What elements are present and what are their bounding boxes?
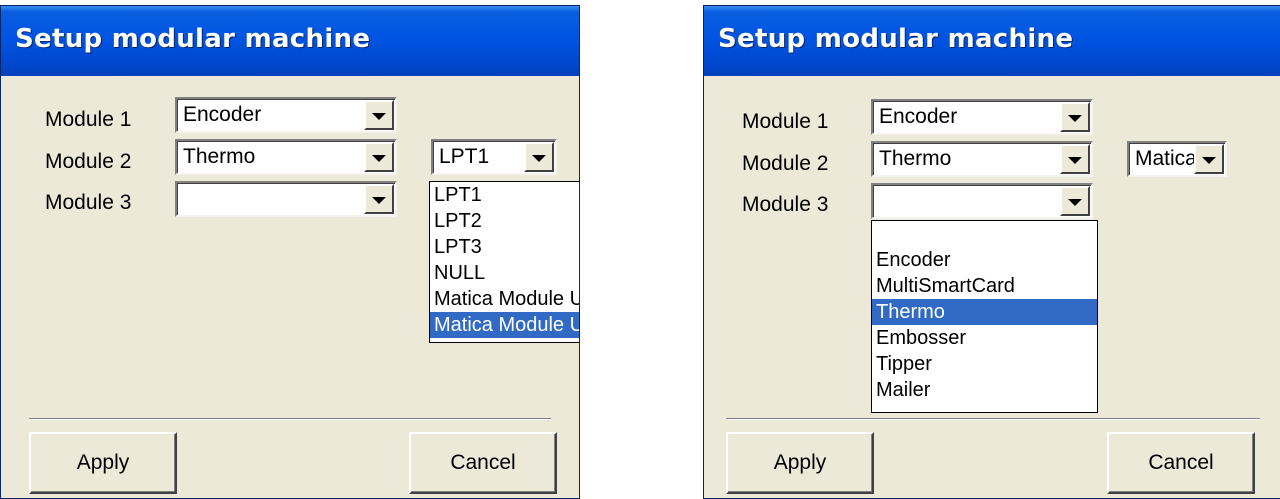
dropdown-option[interactable]: LPT2	[430, 208, 579, 234]
dropdown-option[interactable]: NULL	[430, 260, 579, 286]
dropdown-option-selected[interactable]: Matica Module USB 1	[430, 312, 579, 338]
title-bar[interactable]: Setup modular machine	[704, 6, 1280, 76]
dropdown-arrow-icon[interactable]	[1060, 144, 1090, 174]
divider	[726, 418, 1260, 420]
module-2-combo[interactable]: Thermo	[175, 139, 397, 175]
module-2-value: Thermo	[879, 147, 952, 170]
dropdown-option[interactable]: Matica Module USB 2	[430, 286, 579, 312]
port-value: LPT1	[439, 145, 490, 168]
cancel-button[interactable]: Cancel	[409, 432, 557, 494]
dropdown-arrow-icon[interactable]	[1194, 144, 1224, 174]
module-3-label: Module 3	[45, 191, 132, 214]
dropdown-arrow-icon[interactable]	[1060, 186, 1090, 216]
module-1-combo[interactable]: Encoder	[175, 97, 397, 133]
dropdown-option[interactable]: LPT1	[430, 182, 579, 208]
dropdown-option[interactable]: LPT3	[430, 234, 579, 260]
dropdown-arrow-icon[interactable]	[364, 142, 394, 172]
dropdown-arrow-icon[interactable]	[364, 184, 394, 214]
module-2-combo[interactable]: Thermo	[871, 141, 1093, 177]
dropdown-arrow-icon[interactable]	[364, 100, 394, 130]
dropdown-option-selected[interactable]: Thermo	[872, 299, 1097, 325]
module-1-combo[interactable]: Encoder	[871, 99, 1093, 135]
apply-button[interactable]: Apply	[726, 432, 874, 494]
dialog-title: Setup modular machine	[718, 24, 1074, 54]
port-dropdown-list[interactable]: LPT1 LPT2 LPT3 NULL Matica Module USB 2 …	[429, 181, 579, 343]
dropdown-option[interactable]: MultiSmartCard	[872, 273, 1097, 299]
module-3-label: Module 3	[742, 193, 829, 216]
dropdown-option-empty[interactable]	[872, 221, 1097, 247]
dropdown-arrow-icon[interactable]	[524, 142, 554, 172]
divider	[29, 418, 551, 420]
dropdown-option[interactable]: Encoder	[872, 247, 1097, 273]
dropdown-option[interactable]: Embosser	[872, 325, 1097, 351]
module-2-port-combo[interactable]: Matica M	[1127, 141, 1227, 177]
module-2-label: Module 2	[45, 150, 132, 173]
module-3-combo[interactable]	[175, 181, 397, 217]
cancel-button[interactable]: Cancel	[1107, 432, 1255, 494]
module-2-label: Module 2	[742, 152, 829, 175]
module-3-combo[interactable]	[871, 183, 1093, 219]
dropdown-arrow-icon[interactable]	[1060, 102, 1090, 132]
setup-dialog-right: Setup modular machine Module 1 Module 2 …	[703, 5, 1280, 499]
dropdown-option[interactable]: Tipper	[872, 351, 1097, 377]
port-value: Matica M	[1135, 147, 1197, 170]
dropdown-option[interactable]: Mailer	[872, 377, 1097, 403]
module-2-value: Thermo	[183, 145, 256, 168]
module-2-port-combo[interactable]: LPT1	[431, 139, 557, 175]
apply-button[interactable]: Apply	[29, 432, 177, 494]
module-1-label: Module 1	[45, 108, 132, 131]
dialog-title: Setup modular machine	[15, 24, 371, 54]
module-dropdown-list[interactable]: Encoder MultiSmartCard Thermo Embosser T…	[871, 220, 1098, 413]
module-1-label: Module 1	[742, 110, 829, 133]
title-bar[interactable]: Setup modular machine	[1, 6, 579, 76]
setup-dialog-left: Setup modular machine Module 1 Module 2 …	[0, 5, 580, 499]
module-1-value: Encoder	[183, 103, 262, 126]
module-1-value: Encoder	[879, 105, 958, 128]
